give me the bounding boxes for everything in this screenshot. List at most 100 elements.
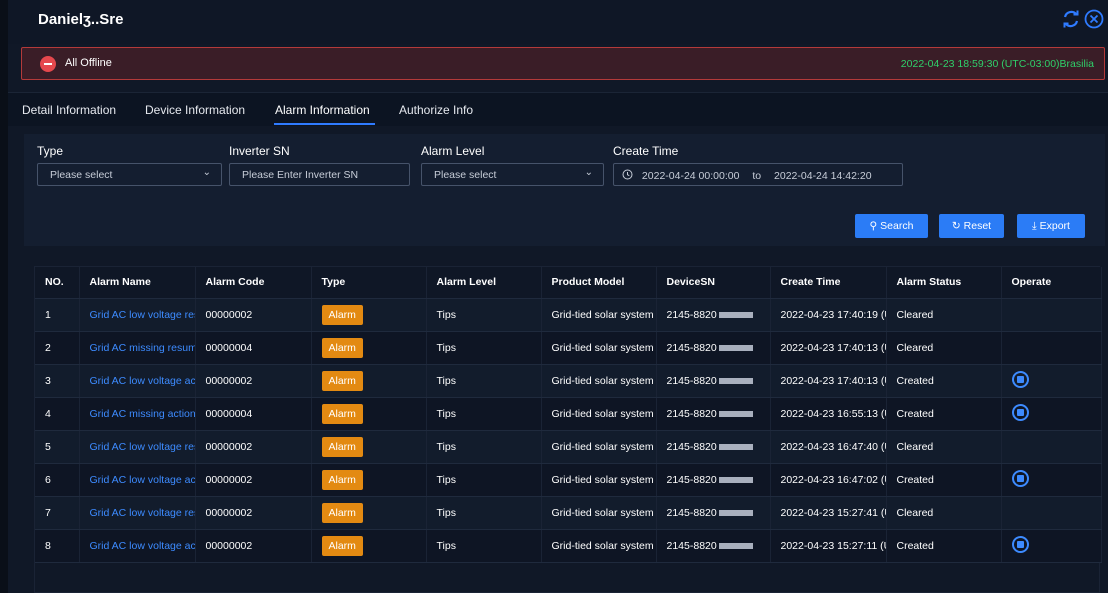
row-number-cell: 1 [35,298,80,332]
alarm-code: 00000002 [205,440,253,453]
table-row: 5 Grid AC low voltage resu 00000002 Alarm Ti… [35,430,1102,464]
panel-header: Danielʒ..Sre [8,0,1108,44]
export-button-label: Export [1039,220,1070,232]
product-model-cell: Grid-tied solar system [541,298,657,332]
process-icon[interactable] [1011,370,1029,388]
alarm-type-cell: Alarm [311,529,427,563]
device-sn-cell: 2145-8820 [656,364,771,398]
device-sn: 2145-8820 [666,506,717,519]
alarm-name-link[interactable]: Grid AC low voltage actio [90,540,195,552]
alarm-level-label: Alarm Level [421,144,485,158]
alarm-status: Cleared [896,440,934,453]
create-time-label: Create Time [613,144,679,158]
tab-detail-information[interactable]: Detail Information [22,103,116,117]
process-icon[interactable] [1011,469,1029,487]
connection-status-bar: All Offline 2022-04-23 18:59:30 (UTC-03:… [21,47,1105,80]
table-row: 7 Grid AC low voltage resu 00000002 Alarm Ti… [35,496,1102,530]
alarm-name-link[interactable]: Grid AC missing resume [90,342,195,354]
time-to[interactable]: 2022-04-24 14:42:20 [774,170,872,182]
col-header: Product Model [541,267,657,299]
alarm-type: Alarm [321,304,363,325]
create-time-cell: 2022-04-23 16:47:02 (U [770,463,887,497]
offline-icon [40,56,56,72]
create-time-cell: 2022-04-23 17:40:19 (U [770,298,887,332]
device-sn-cell: 2145-8820 [656,463,771,497]
alarm-type-cell: Alarm [311,298,427,332]
alarm-level-cell: Tips [426,331,542,365]
time-from[interactable]: 2022-04-24 00:00:00 [642,170,740,182]
alarm-code: 00000002 [205,473,253,486]
close-circle-icon[interactable] [1083,8,1105,30]
device-sn: 2145-8820 [666,473,717,486]
status-text: All Offline [65,57,112,69]
export-button[interactable]: ⤓ Export [1017,214,1085,238]
tab-device-information[interactable]: Device Information [145,103,245,117]
alarm-name-link[interactable]: Grid AC low voltage actio [90,375,195,387]
device-sn: 2145-8820 [666,407,717,420]
col-header: Operate [1001,267,1102,299]
create-time: 2022-04-23 17:40:13 (U [780,374,886,387]
inverter-sn-input[interactable]: Please Enter Inverter SN [229,163,410,186]
alarm-status-cell: Created [886,364,1002,398]
product-model-cell: Grid-tied solar system [541,364,657,398]
refresh-icon[interactable] [1060,8,1082,30]
search-button[interactable]: ⚲ Search [855,214,928,238]
row-number-cell: 6 [35,463,80,497]
alarm-status: Cleared [896,506,934,519]
alarm-name-link[interactable]: Grid AC low voltage actio [90,474,195,486]
operate-cell [1001,364,1102,398]
inverter-sn-placeholder: Please Enter Inverter SN [242,169,359,181]
device-sn: 2145-8820 [666,374,717,387]
row-number-cell: 3 [35,364,80,398]
alarm-name-link[interactable]: Grid AC missing action [90,408,195,420]
alarm-level: Tips [436,506,456,519]
alarm-name-link[interactable]: Grid AC low voltage resu [90,507,195,519]
product-model-cell: Grid-tied solar system [541,529,657,563]
alarm-type-cell: Alarm [311,397,427,431]
active-tab-indicator [274,123,375,125]
col-header: DeviceSN [656,267,771,299]
product-model: Grid-tied solar system [551,308,654,321]
create-time-cell: 2022-04-23 17:40:13 (U [770,331,887,365]
alarm-name-link[interactable]: Grid AC low voltage resu [90,441,195,453]
table-row: 4 Grid AC missing action 00000004 Alarm Tips… [35,397,1102,431]
alarm-level-select[interactable]: Please select ⌄ [421,163,604,186]
product-model: Grid-tied solar system [551,341,654,354]
process-icon[interactable] [1011,403,1029,421]
alarm-status: Cleared [896,341,934,354]
operate-cell [1001,298,1102,332]
time-separator: to [752,170,762,182]
device-sn-cell: 2145-8820 [656,529,771,563]
type-select-value: Please select [50,169,113,181]
type-select[interactable]: Please select ⌄ [37,163,222,186]
col-header: NO. [35,267,80,299]
alarm-name-link[interactable]: Grid AC low voltage resu [90,309,195,321]
alarm-level: Tips [436,407,456,420]
plant-title: Danielʒ..Sre [38,11,124,28]
process-icon[interactable] [1011,535,1029,553]
table-row: 3 Grid AC low voltage actio 00000002 Alarm T… [35,364,1102,398]
alarm-code-cell: 00000002 [195,463,312,497]
row-number: 8 [45,539,51,552]
alarm-type: Alarm [321,337,363,358]
table-header-row: NO. Alarm Name Alarm Code Type Alarm Lev… [35,267,1102,299]
alarm-code-cell: 00000002 [195,364,312,398]
col-header: Alarm Code [195,267,312,299]
alarm-level-cell: Tips [426,430,542,464]
reset-button[interactable]: ↻ Reset [939,214,1004,238]
alarm-code: 00000002 [205,506,253,519]
tab-authorize-info[interactable]: Authorize Info [399,103,473,117]
create-time-range[interactable]: 2022-04-24 00:00:00 to 2022-04-24 14:42:… [613,163,903,186]
alarm-type: Alarm [321,535,363,556]
status-time: 2022-04-23 18:59:30 (UTC-03:00)Brasilia [900,58,1094,70]
alarm-code: 00000002 [205,308,253,321]
tab-alarm-information[interactable]: Alarm Information [275,103,370,117]
alarm-code-cell: 00000002 [195,496,312,530]
alarm-type-cell: Alarm [311,496,427,530]
type-label: Type [37,144,64,158]
device-sn-cell: 2145-8820 [656,496,771,530]
alarm-level: Tips [436,374,456,387]
alarm-level-select-value: Please select [434,169,497,181]
row-number: 3 [45,374,51,387]
redacted-sn-mask [718,344,753,351]
